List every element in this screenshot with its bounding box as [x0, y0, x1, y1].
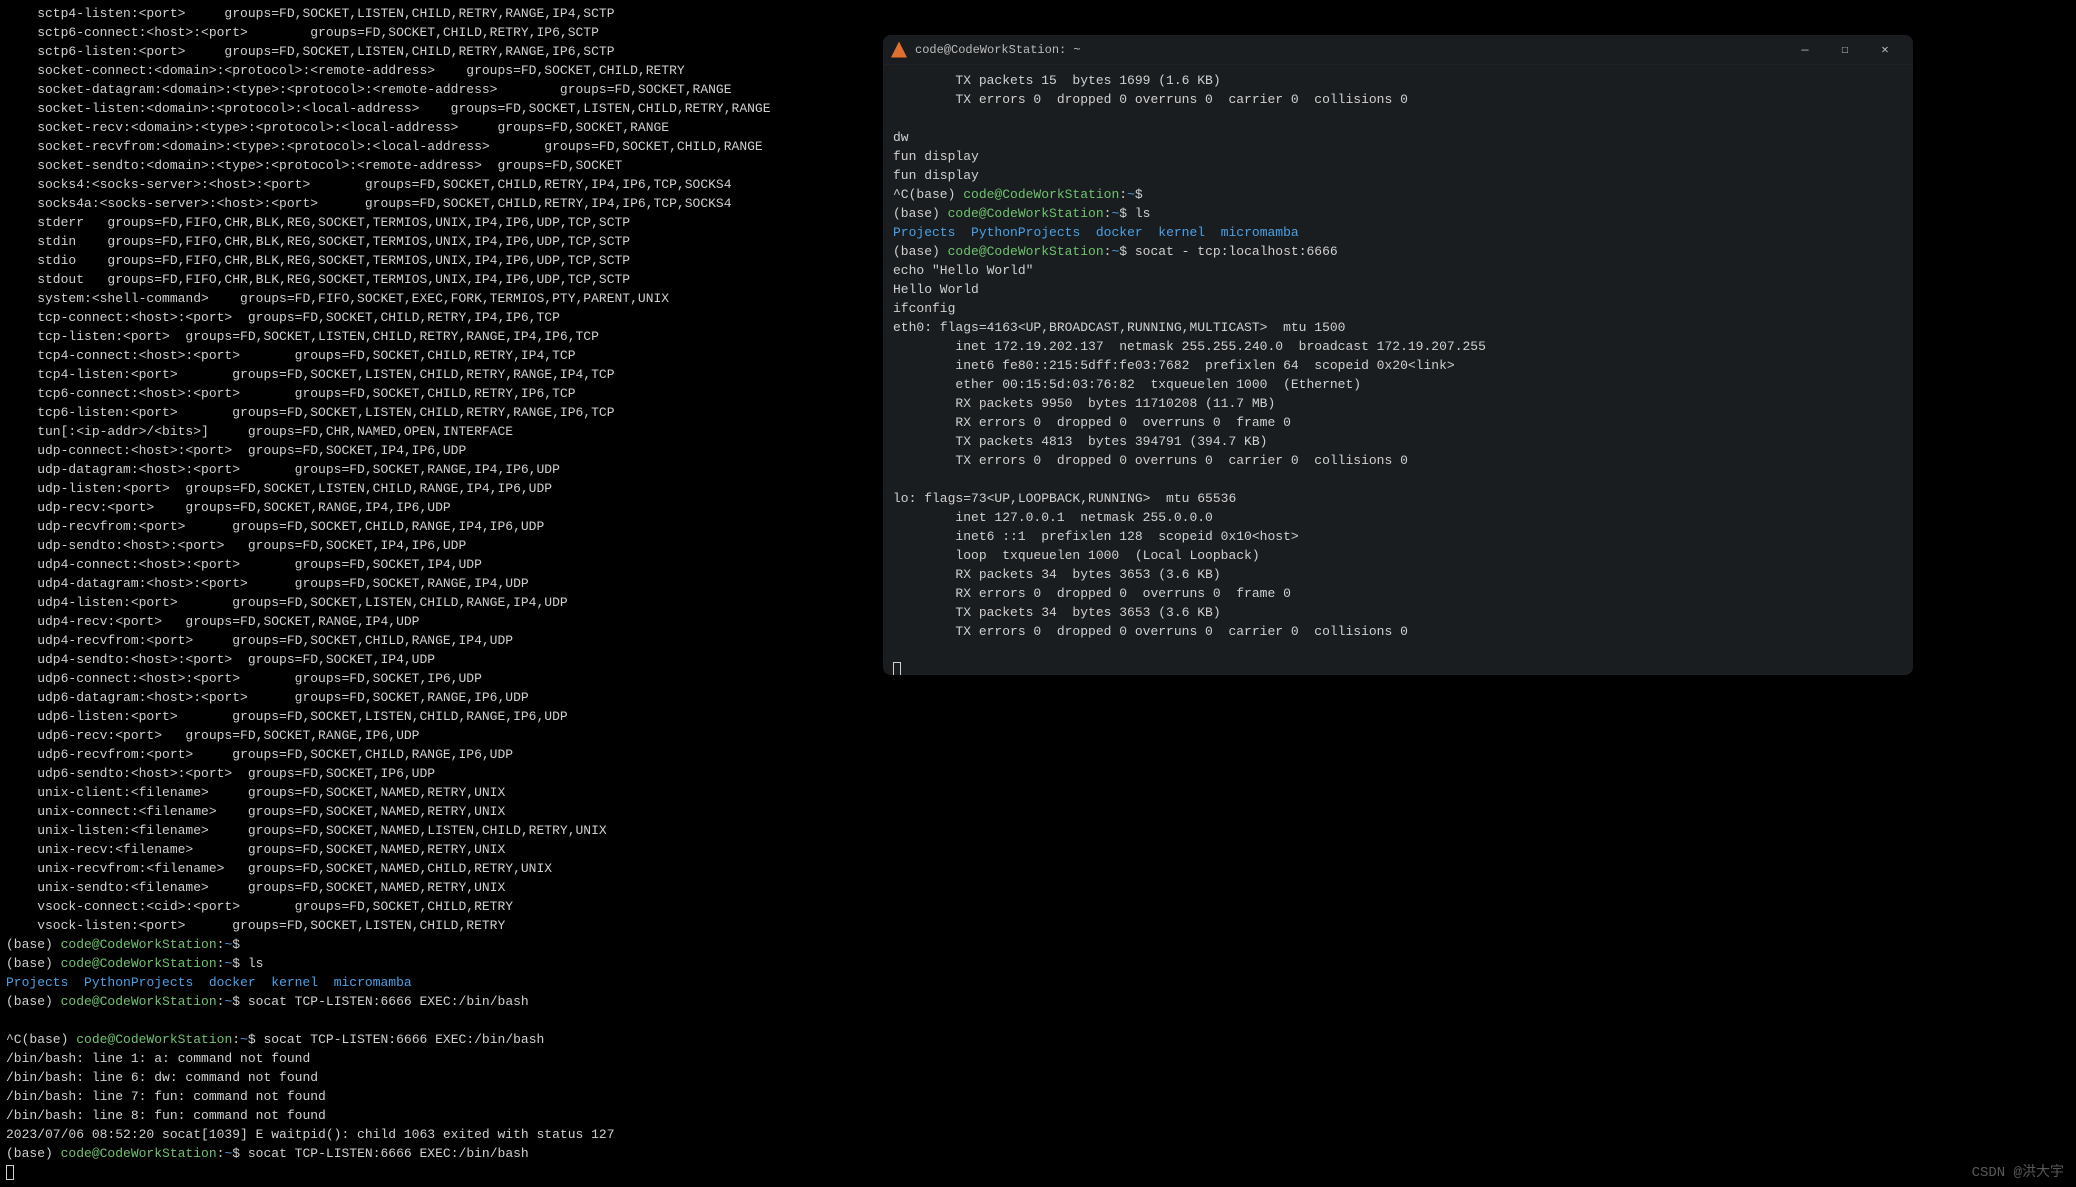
window-title: code@CodeWorkStation: ~: [915, 43, 1785, 57]
terminal-output: echo "Hello World" Hello World ifconfig …: [893, 263, 1486, 639]
terminal-output: sctp4-listen:<port> groups=FD,SOCKET,LIS…: [6, 6, 771, 933]
prompt-line: (base) code@CodeWorkStation:~$ ls: [6, 956, 263, 971]
cursor: [893, 662, 901, 675]
maximize-button[interactable]: ☐: [1825, 37, 1865, 63]
prompt-line: (base) code@CodeWorkStation:~$ socat - t…: [893, 244, 1338, 259]
cursor: [6, 1165, 14, 1180]
prompt-line: (base) code@CodeWorkStation:~$: [6, 937, 240, 952]
secondary-terminal-window: code@CodeWorkStation: ~ — ☐ ✕ TX packets…: [883, 35, 1913, 675]
ls-output: Projects PythonProjects docker kernel mi…: [6, 975, 412, 990]
prompt-line: ^C(base) code@CodeWorkStation:~$ socat T…: [6, 1032, 544, 1047]
app-icon: [891, 42, 907, 58]
ls-output: Projects PythonProjects docker kernel mi…: [893, 225, 1299, 240]
prompt-line: ^C(base) code@CodeWorkStation:~$: [893, 187, 1143, 202]
terminal-output: TX packets 15 bytes 1699 (1.6 KB) TX err…: [893, 73, 1408, 183]
titlebar[interactable]: code@CodeWorkStation: ~ — ☐ ✕: [883, 35, 1913, 65]
error-output: /bin/bash: line 1: a: command not found …: [6, 1051, 615, 1142]
watermark: CSDN @洪大宇: [1972, 1161, 2064, 1181]
minimize-button[interactable]: —: [1785, 37, 1825, 63]
prompt-line: (base) code@CodeWorkStation:~$ ls: [893, 206, 1150, 221]
secondary-terminal[interactable]: TX packets 15 bytes 1699 (1.6 KB) TX err…: [883, 65, 1913, 675]
close-button[interactable]: ✕: [1865, 37, 1905, 63]
prompt-line: (base) code@CodeWorkStation:~$ socat TCP…: [6, 994, 529, 1009]
prompt-line: (base) code@CodeWorkStation:~$ socat TCP…: [6, 1146, 529, 1161]
